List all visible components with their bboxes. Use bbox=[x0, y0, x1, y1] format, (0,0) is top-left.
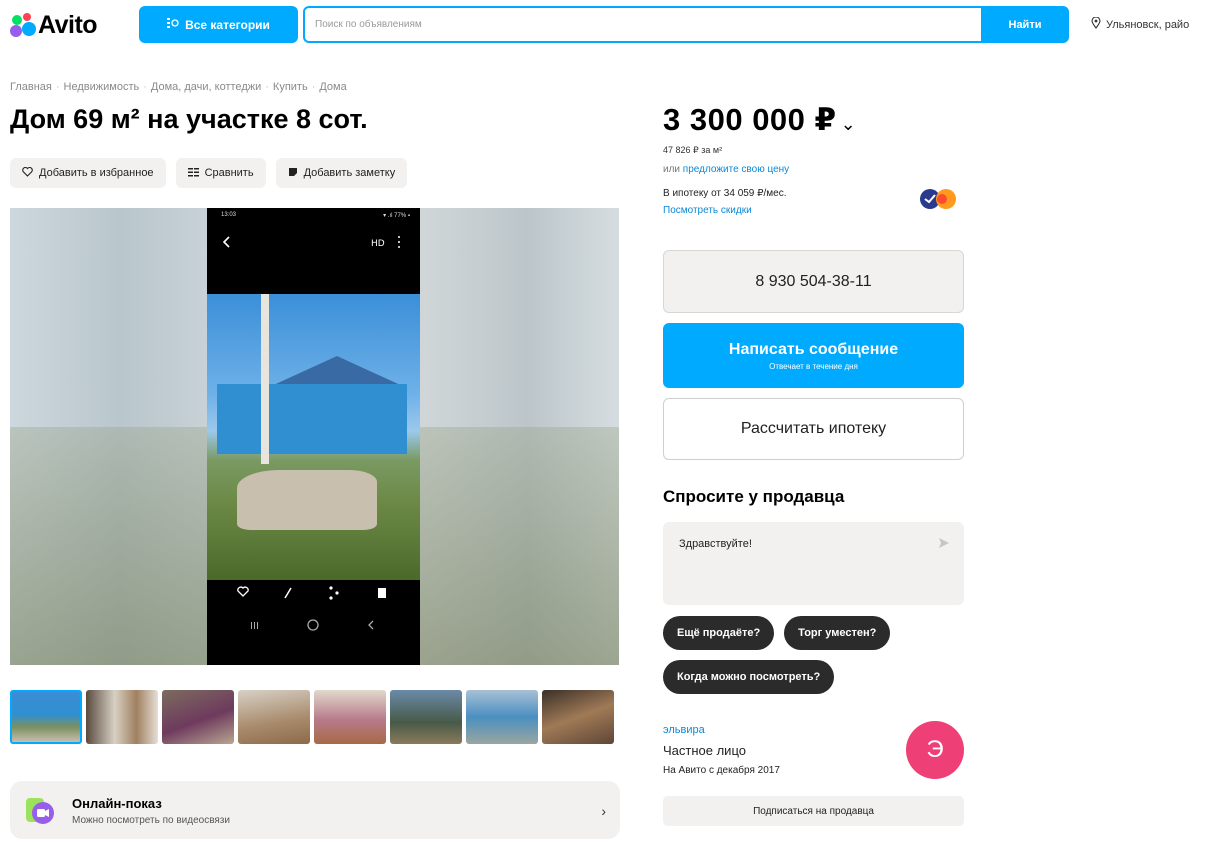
quick-question-chip[interactable]: Торг уместен? bbox=[784, 616, 891, 650]
logo-dots-icon bbox=[10, 13, 36, 37]
calculate-mortgage-button[interactable]: Рассчитать ипотеку bbox=[663, 398, 964, 460]
offer-price-row: или предложите свою цену bbox=[663, 164, 789, 175]
bank-logo-icon bbox=[918, 187, 968, 211]
add-note-button[interactable]: Добавить заметку bbox=[275, 158, 408, 188]
thumbnail[interactable] bbox=[390, 690, 462, 744]
listing-title: Дом 69 м² на участке 8 сот. bbox=[10, 104, 368, 134]
quick-question-chip[interactable]: Когда можно посмотреть? bbox=[663, 660, 835, 694]
phone-nav-icons bbox=[237, 586, 386, 631]
breadcrumb-item[interactable]: Купить bbox=[273, 81, 308, 93]
offer-price-link[interactable]: предложите свою цену bbox=[683, 164, 789, 175]
seller-name-link[interactable]: эльвира bbox=[663, 724, 705, 736]
add-note-label: Добавить заметку bbox=[303, 167, 396, 179]
mortgage-info: В ипотеку от 34 059 ₽/мес. bbox=[663, 188, 787, 199]
chevron-right-icon: › bbox=[601, 803, 606, 819]
search-button[interactable]: Найти bbox=[981, 6, 1069, 43]
all-categories-button[interactable]: Все категории bbox=[139, 6, 298, 43]
phone-time: 13:03 bbox=[221, 212, 237, 218]
add-favorite-label: Добавить в избранное bbox=[39, 167, 154, 179]
thumbnail[interactable] bbox=[86, 690, 158, 744]
thumbnail[interactable] bbox=[542, 690, 614, 744]
video-call-icon bbox=[26, 796, 56, 826]
compare-icon bbox=[187, 167, 199, 180]
search-field[interactable] bbox=[303, 6, 981, 43]
thumbnail[interactable] bbox=[466, 690, 538, 744]
search-input[interactable] bbox=[315, 19, 981, 30]
breadcrumb-separator: · bbox=[265, 81, 269, 93]
thumbnail[interactable] bbox=[162, 690, 234, 744]
breadcrumb-separator: · bbox=[311, 81, 316, 93]
offer-prefix: или bbox=[663, 164, 681, 175]
show-phone-button[interactable]: 8 930 504-38-11 bbox=[663, 250, 964, 313]
quick-question-chip[interactable]: Ещё продаёте? bbox=[663, 616, 775, 650]
add-favorite-button[interactable]: Добавить в избранное bbox=[10, 158, 166, 188]
seller-type: Частное лицо bbox=[663, 743, 746, 758]
breadcrumb-item[interactable]: Дома, дачи, коттеджи bbox=[151, 81, 261, 93]
breadcrumb-separator: · bbox=[143, 81, 147, 93]
house-photo bbox=[207, 294, 420, 580]
online-show-subtitle: Можно посмотреть по видеосвязи bbox=[72, 815, 230, 826]
site-header: Avito Все категории Найти Ульяновск, рай… bbox=[0, 0, 1221, 50]
breadcrumb-item[interactable]: Главная bbox=[10, 81, 52, 93]
send-icon[interactable] bbox=[938, 536, 950, 554]
location-selector[interactable]: Ульяновск, райо bbox=[1091, 16, 1190, 32]
write-message-label: Написать сообщение bbox=[728, 340, 899, 358]
seller-since: На Авито с декабря 2017 bbox=[663, 765, 780, 776]
location-pin-icon bbox=[1091, 16, 1101, 32]
ask-seller-box bbox=[663, 522, 964, 605]
thumbnail[interactable] bbox=[238, 690, 310, 744]
write-message-button[interactable]: Написать сообщение Отвечает в течение дн… bbox=[663, 323, 964, 388]
online-show-title: Онлайн-показ bbox=[72, 796, 162, 811]
price-value: 3 300 000 ₽ bbox=[663, 102, 837, 137]
avatar[interactable]: Э bbox=[906, 721, 964, 779]
breadcrumb-separator: · bbox=[55, 81, 60, 93]
ask-seller-title: Спросите у продавца bbox=[663, 487, 845, 506]
main-photo[interactable]: 13:03 ▾ .ıl 77% ▪ HD bbox=[10, 208, 619, 665]
discounts-link[interactable]: Посмотреть скидки bbox=[663, 205, 752, 216]
note-icon bbox=[288, 167, 298, 180]
thumbnail-strip bbox=[10, 690, 614, 744]
phone-status: ▾ .ıl 77% ▪ bbox=[383, 213, 410, 219]
response-time-label: Отвечает в течение дня bbox=[769, 361, 858, 371]
location-label: Ульяновск, райо bbox=[1106, 18, 1190, 31]
all-categories-label: Все категории bbox=[185, 17, 270, 32]
compare-label: Сравнить bbox=[204, 167, 254, 179]
message-input[interactable] bbox=[679, 538, 929, 588]
breadcrumb-item[interactable]: Недвижимость bbox=[64, 81, 140, 93]
thumbnail[interactable] bbox=[10, 690, 82, 744]
subscribe-button[interactable]: Подписаться на продавца bbox=[663, 796, 964, 826]
categories-icon bbox=[167, 17, 179, 32]
phone-top-bar-icons: HD bbox=[222, 236, 400, 249]
chevron-down-icon[interactable]: ⌄ bbox=[841, 114, 857, 134]
quick-questions: Ещё продаёте? Торг уместен? Когда можно … bbox=[663, 616, 964, 694]
price[interactable]: 3 300 000 ₽ ⌄ bbox=[663, 102, 856, 138]
breadcrumb: Главная · Недвижимость · Дома, дачи, котте… bbox=[10, 81, 347, 93]
phone-screenshot: 13:03 ▾ .ıl 77% ▪ HD bbox=[207, 208, 420, 665]
logo-text: Avito bbox=[38, 10, 98, 39]
online-show-card[interactable]: Онлайн-показ Можно посмотреть по видеосв… bbox=[10, 781, 620, 839]
compare-button[interactable]: Сравнить bbox=[175, 158, 266, 188]
thumbnail[interactable] bbox=[314, 690, 386, 744]
avito-logo[interactable]: Avito bbox=[10, 10, 98, 40]
price-per-m2: 47 826 ₽ за м² bbox=[663, 145, 723, 155]
breadcrumb-item[interactable]: Дома bbox=[319, 81, 346, 93]
svg-text:HD: HD bbox=[371, 239, 385, 249]
heart-icon bbox=[22, 166, 33, 180]
listing-actions: Добавить в избранное Сравнить Добавить з… bbox=[10, 158, 408, 188]
